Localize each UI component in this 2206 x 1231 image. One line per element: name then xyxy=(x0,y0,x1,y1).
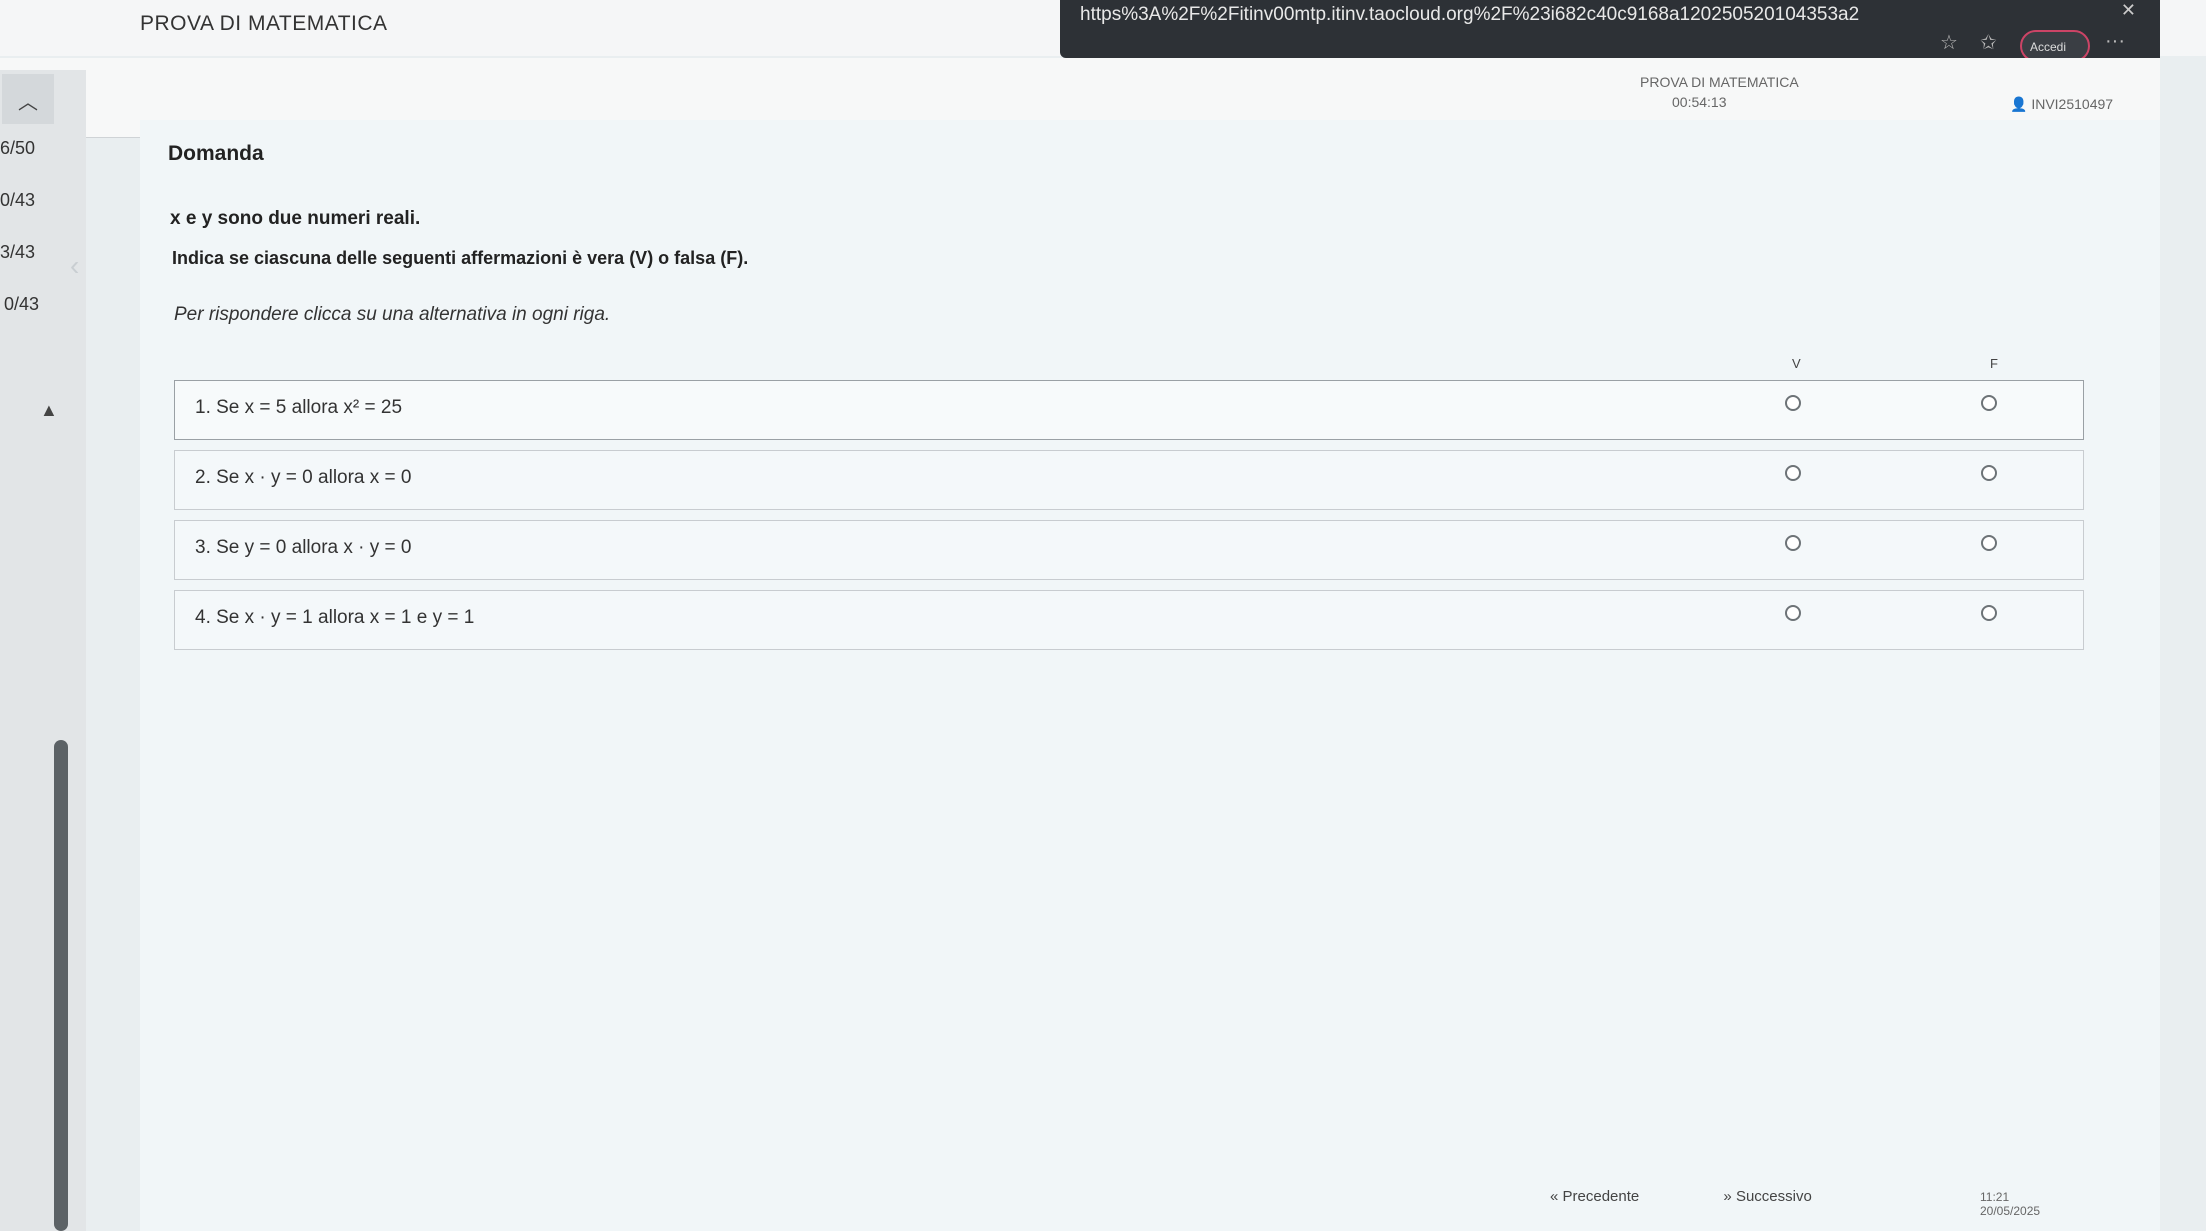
collapse-up-icon[interactable]: ︿ xyxy=(2,74,54,124)
statement-text: 4. Se x · y = 1 allora x = 1 e y = 1 xyxy=(195,607,475,628)
user-id: 👤 INVI2510497 xyxy=(2010,96,2113,113)
radio-false[interactable] xyxy=(1981,465,1997,481)
radio-true[interactable] xyxy=(1785,605,1801,621)
section-count-4[interactable]: 0/43 xyxy=(4,294,39,315)
section-count-1[interactable]: 6/50 xyxy=(0,138,35,159)
user-icon: 👤 xyxy=(2010,96,2028,112)
clock-time: 11:21 xyxy=(1980,1190,2010,1204)
triangle-up-icon[interactable]: ▲ xyxy=(40,400,58,421)
previous-button[interactable]: « Precedente xyxy=(1550,1188,1679,1205)
timer: 00:54:13 xyxy=(1672,94,1727,110)
statement-row-1: 1. Se x = 5 allora x² = 25 xyxy=(174,380,2084,440)
statement-text: 3. Se y = 0 allora x · y = 0 xyxy=(195,537,412,558)
previous-label: Precedente xyxy=(1562,1188,1640,1205)
section-count-3[interactable]: 3/43 xyxy=(0,242,35,263)
radio-false[interactable] xyxy=(1981,605,1997,621)
section-title: Domanda xyxy=(168,142,264,165)
instruction-text: Per rispondere clicca su una alternativa… xyxy=(174,304,611,325)
favorites-icon[interactable]: ✩ xyxy=(1980,30,1997,55)
chevron-left-icon[interactable]: ‹ xyxy=(70,250,79,282)
url-bar[interactable]: https%3A%2F%2Fitinv00mtp.itinv.taocloud.… xyxy=(1060,0,2160,62)
statement-text: 1. Se x = 5 allora x² = 25 xyxy=(195,397,403,418)
close-icon[interactable]: ✕ xyxy=(2121,0,2136,21)
exam-name: PROVA DI MATEMATICA xyxy=(1640,74,1799,90)
radio-true[interactable] xyxy=(1785,395,1801,411)
user-label: INVI2510497 xyxy=(2031,96,2114,112)
radio-false[interactable] xyxy=(1981,395,1997,411)
column-header-f: F xyxy=(1990,356,1998,371)
system-tray: 11:21 20/05/2025 xyxy=(1980,1190,2040,1218)
footer-navigation: « Precedente » Successivo xyxy=(1550,1188,1892,1205)
question-panel: Domanda x e y sono due numeri reali. Ind… xyxy=(140,120,2160,1231)
sidebar: ︿ 6/50 0/43 3/43 0/43 ‹ ▲ xyxy=(0,70,86,1231)
statement-row-4: 4. Se x · y = 1 allora x = 1 e y = 1 xyxy=(174,590,2084,650)
star-icon[interactable]: ☆ xyxy=(1940,30,1958,55)
radio-false[interactable] xyxy=(1981,535,1997,551)
next-button[interactable]: » Successivo xyxy=(1723,1188,1851,1205)
url-text[interactable]: https%3A%2F%2Fitinv00mtp.itinv.taocloud.… xyxy=(1080,4,1860,26)
statement-row-3: 3. Se y = 0 allora x · y = 0 xyxy=(174,520,2084,580)
radio-true[interactable] xyxy=(1785,535,1801,551)
app-title: PROVA DI MATEMATICA xyxy=(140,12,388,35)
next-label: Successivo xyxy=(1735,1188,1812,1205)
radio-true[interactable] xyxy=(1785,465,1801,481)
clock-date: 20/05/2025 xyxy=(1980,1204,2041,1218)
intro-math: x e y sono due numeri reali. xyxy=(170,208,421,229)
scrollbar[interactable] xyxy=(54,740,68,1231)
column-header-v: V xyxy=(1792,356,1801,371)
intro-text: Indica se ciascuna delle seguenti afferm… xyxy=(172,248,749,268)
browser-toolbar: PROVA DI MATEMATICA https%3A%2F%2Fitinv0… xyxy=(0,0,2206,62)
statement-text: 2. Se x · y = 0 allora x = 0 xyxy=(195,467,412,488)
section-count-2[interactable]: 0/43 xyxy=(0,190,35,211)
statement-row-2: 2. Se x · y = 0 allora x = 0 xyxy=(174,450,2084,510)
more-icon[interactable]: ··· xyxy=(2105,30,2125,53)
